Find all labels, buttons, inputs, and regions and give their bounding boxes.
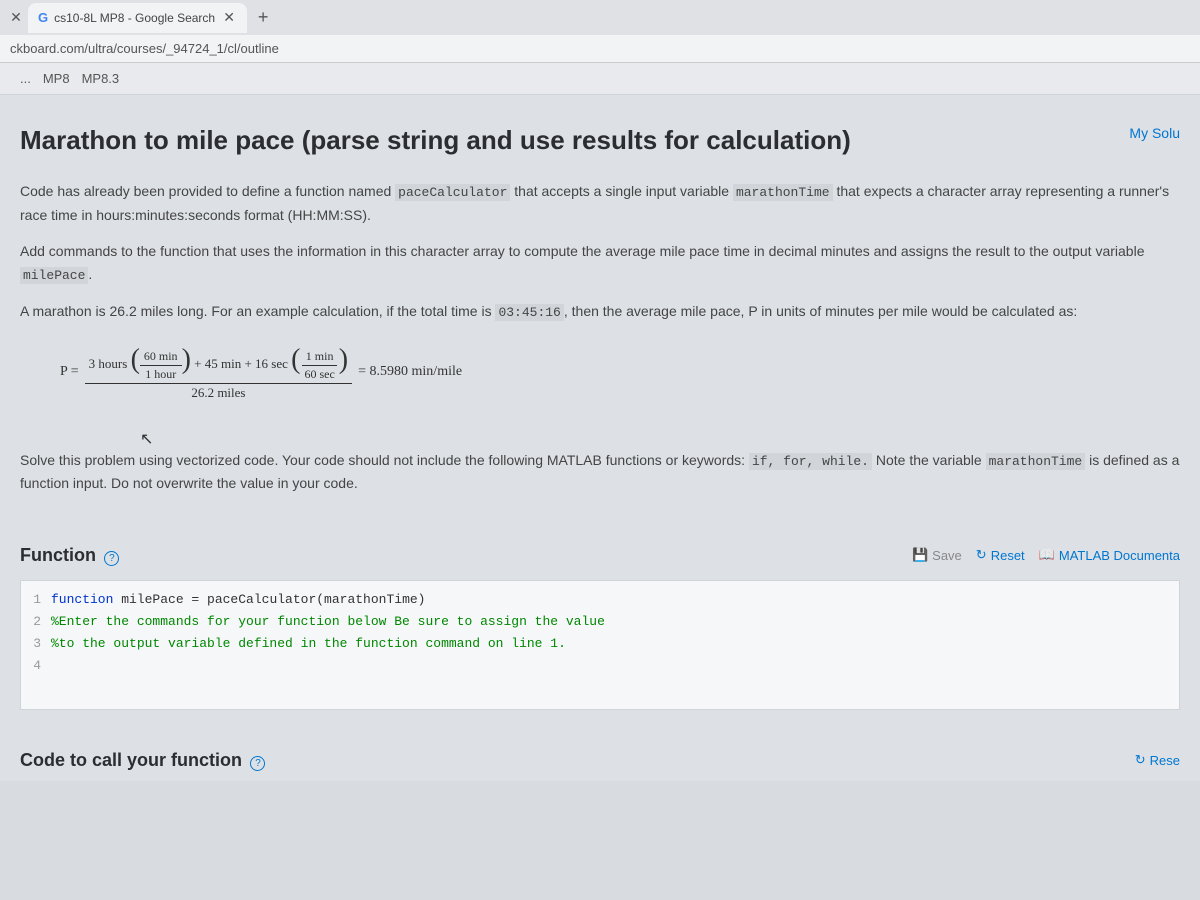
code-keywords: if, for, while. — [749, 453, 872, 470]
reset-icon: ↻ — [976, 547, 987, 563]
help-icon[interactable]: ? — [250, 756, 265, 771]
docs-icon: 📖 — [1039, 547, 1055, 563]
code-marathontime2: marathonTime — [986, 453, 1086, 470]
url-bar[interactable]: ckboard.com/ultra/courses/_94724_1/cl/ou… — [0, 35, 1200, 63]
code-marathontime: marathonTime — [733, 184, 833, 201]
code-line: 1 function milePace = paceCalculator(mar… — [21, 589, 1179, 611]
cursor-icon: ↖ — [140, 429, 153, 449]
save-button[interactable]: 💾 Save — [912, 547, 962, 563]
breadcrumb-mp8-3[interactable]: MP8.3 — [82, 71, 120, 86]
reset-call-button[interactable]: ↻ Rese — [1135, 752, 1180, 768]
code-time-example: 03:45:16 — [495, 304, 563, 321]
description-p1: Code has already been provided to define… — [20, 180, 1180, 226]
code-line: 4 — [21, 655, 1179, 677]
breadcrumb-ellipsis[interactable]: ... — [20, 71, 31, 86]
save-icon: 💾 — [912, 547, 928, 563]
code-pacecalculator: paceCalculator — [395, 184, 510, 201]
browser-tab[interactable]: G cs10-8L MP8 - Google Search ✕ — [28, 3, 247, 33]
main-content: Marathon to mile pace (parse string and … — [0, 95, 1200, 781]
reset-icon: ↻ — [1135, 752, 1146, 768]
code-editor[interactable]: 1 function milePace = paceCalculator(mar… — [20, 580, 1180, 710]
matlab-docs-button[interactable]: 📖 MATLAB Documenta — [1039, 547, 1180, 563]
description-p2: Add commands to the function that uses t… — [20, 240, 1180, 286]
description-p4: Solve this problem using vectorized code… — [20, 449, 1180, 495]
code-milepace: milePace — [20, 267, 88, 284]
description-p3: A marathon is 26.2 miles long. For an ex… — [20, 300, 1180, 324]
call-section-title: Code to call your function — [20, 750, 242, 770]
code-line: 3 %to the output variable defined in the… — [21, 633, 1179, 655]
editor-toolbar: 💾 Save ↻ Reset 📖 MATLAB Documenta — [912, 547, 1180, 563]
google-icon: G — [38, 10, 48, 25]
url-text: ckboard.com/ultra/courses/_94724_1/cl/ou… — [10, 41, 279, 56]
close-tab-icon[interactable]: ✕ — [221, 10, 237, 26]
code-line: 2 %Enter the commands for your function … — [21, 611, 1179, 633]
browser-tab-strip: ✕ G cs10-8L MP8 - Google Search ✕ + — [0, 0, 1200, 35]
breadcrumb: ... MP8 MP8.3 — [0, 63, 1200, 95]
new-tab-button[interactable]: + — [251, 6, 275, 30]
close-icon[interactable]: ✕ — [8, 10, 24, 26]
help-icon[interactable]: ? — [104, 551, 119, 566]
formula: P = 3 hours (60 min1 hour) + 45 min + 16… — [60, 344, 1180, 401]
reset-button[interactable]: ↻ Reset — [976, 547, 1025, 563]
page-title: Marathon to mile pace (parse string and … — [20, 125, 851, 156]
function-section-title: Function — [20, 545, 96, 565]
my-solutions-link[interactable]: My Solu — [1129, 125, 1180, 141]
breadcrumb-mp8[interactable]: MP8 — [43, 71, 70, 86]
tab-title: cs10-8L MP8 - Google Search — [54, 11, 215, 25]
